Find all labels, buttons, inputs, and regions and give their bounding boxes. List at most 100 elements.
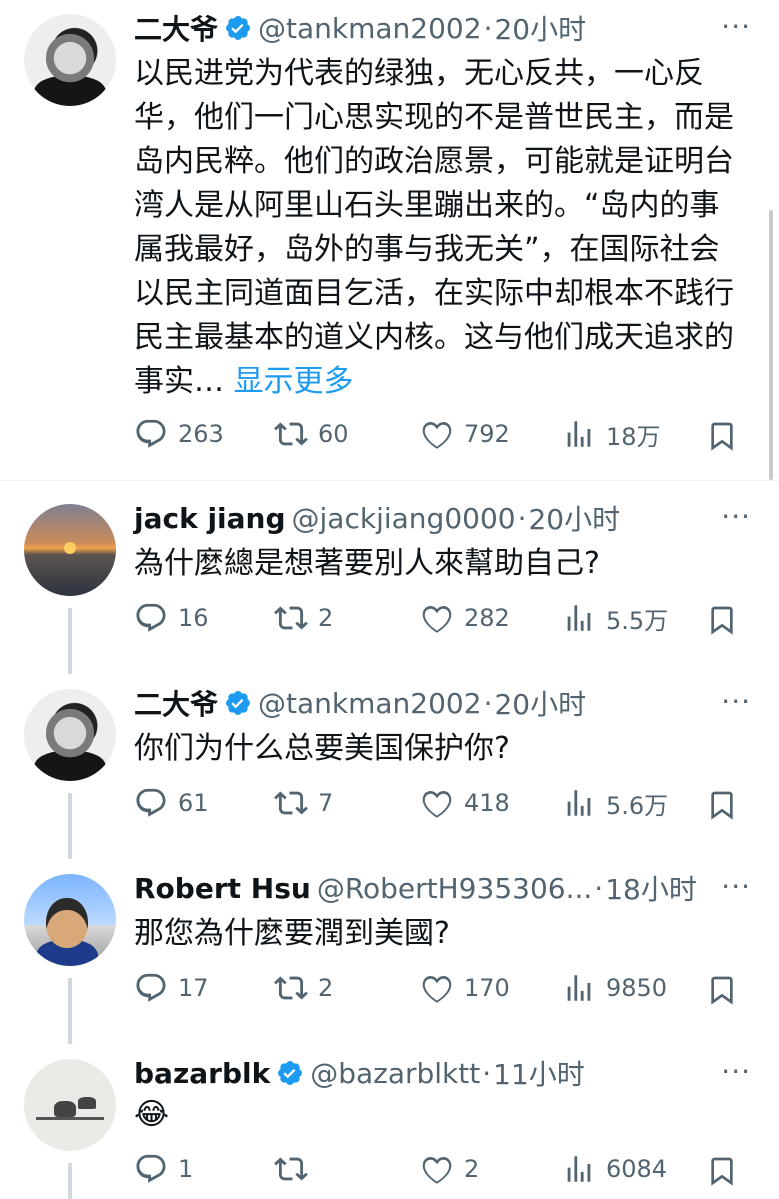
author-name[interactable]: Robert Hsu	[134, 872, 311, 905]
separator: ·	[483, 686, 493, 720]
author-name[interactable]: 二大爷	[134, 683, 218, 723]
tweet-header: bazarblk @bazarblktt · 11小时	[134, 1053, 585, 1093]
avatar[interactable]	[24, 14, 116, 106]
more-icon[interactable]: ···	[721, 10, 751, 43]
separator: ·	[483, 11, 493, 45]
like-icon	[422, 421, 452, 449]
like-count: 2	[464, 1155, 480, 1183]
bookmark-icon	[711, 1157, 733, 1186]
reply-button[interactable]: 263	[134, 414, 224, 454]
like-button[interactable]: 792	[420, 414, 510, 454]
tweet-body: 以民进党为代表的绿独，无心反共，一心反华，他们一门心思实现的不是普世民主，而是岛…	[134, 56, 734, 399]
author-handle[interactable]: @RobertH935306...	[317, 872, 592, 905]
views-button[interactable]: 9850	[562, 968, 667, 1008]
tweet-text: 那您為什麼要潤到美國?	[134, 912, 739, 956]
retweet-button[interactable]	[274, 1149, 318, 1189]
bookmark-button[interactable]	[706, 785, 748, 825]
author-name[interactable]: jack jiang	[134, 502, 286, 535]
thread-line	[68, 978, 72, 1044]
like-button[interactable]: 2	[420, 1149, 479, 1189]
views-icon	[567, 605, 591, 631]
like-button[interactable]: 282	[420, 598, 510, 638]
like-button[interactable]: 418	[420, 783, 510, 823]
bookmark-icon	[711, 422, 733, 451]
retweet-icon	[274, 791, 308, 815]
timestamp[interactable]: 11小时	[493, 1053, 585, 1093]
tweet-text: 以民进党为代表的绿独，无心反共，一心反华，他们一门心思实现的不是普世民主，而是岛…	[134, 52, 739, 404]
separator: ·	[517, 501, 527, 535]
reply-button[interactable]: 1	[134, 1149, 193, 1189]
action-bar: 61 7 418 5.6万	[134, 783, 754, 823]
author-handle[interactable]: @jackjiang0000	[292, 502, 516, 535]
retweet-button[interactable]: 60	[274, 414, 349, 454]
author-name[interactable]: 二大爷	[134, 8, 218, 48]
views-button[interactable]: 6084	[562, 1149, 667, 1189]
retweet-icon	[274, 976, 308, 1000]
divider	[0, 480, 779, 481]
author-handle[interactable]: @tankman2002	[258, 687, 482, 720]
tweet-text: 為什麼總是想著要別人來幫助自己?	[134, 542, 739, 586]
like-count: 282	[464, 604, 510, 632]
retweet-button[interactable]: 7	[274, 783, 333, 823]
tweet-text: 😂	[134, 1093, 739, 1137]
reply-button[interactable]: 61	[134, 783, 209, 823]
avatar[interactable]	[24, 874, 116, 966]
avatar[interactable]	[24, 689, 116, 781]
bookmark-button[interactable]	[706, 1151, 748, 1191]
tweet[interactable]: 二大爷 @tankman2002 · 20小时 ··· 以民进党为代表的绿独，无…	[0, 0, 779, 480]
retweet-button[interactable]: 2	[274, 598, 333, 638]
like-count: 418	[464, 789, 510, 817]
views-button[interactable]: 18万	[562, 414, 661, 454]
views-icon	[567, 790, 591, 816]
retweet-count: 2	[318, 974, 334, 1002]
author-handle[interactable]: @bazarblktt	[310, 1057, 480, 1090]
tweet-body: 為什麼總是想著要別人來幫助自己?	[134, 546, 600, 581]
reply-icon	[136, 603, 166, 632]
avatar[interactable]	[24, 504, 116, 596]
tweet[interactable]: 二大爷 @tankman2002 · 20小时 ··· 你们为什么总要美国保护你…	[0, 675, 779, 860]
separator: ·	[482, 1056, 492, 1090]
author-name[interactable]: bazarblk	[134, 1057, 270, 1090]
more-icon[interactable]: ···	[721, 870, 751, 903]
bookmark-button[interactable]	[706, 970, 748, 1010]
tweet-header: Robert Hsu @RobertH935306... · 18小时	[134, 868, 697, 908]
tweet-header: 二大爷 @tankman2002 · 20小时	[134, 8, 586, 48]
retweet-icon	[274, 422, 308, 446]
bookmark-button[interactable]	[706, 416, 748, 456]
tweet[interactable]: Robert Hsu @RobertH935306... · 18小时 ··· …	[0, 860, 779, 1045]
retweet-button[interactable]: 2	[274, 968, 333, 1008]
like-button[interactable]: 170	[420, 968, 510, 1008]
reply-button[interactable]: 17	[134, 968, 209, 1008]
more-icon[interactable]: ···	[721, 1055, 751, 1088]
bookmark-button[interactable]	[706, 600, 748, 640]
like-count: 792	[464, 420, 510, 448]
thread-line	[68, 608, 72, 674]
views-button[interactable]: 5.5万	[562, 598, 668, 638]
reply-count: 17	[178, 974, 209, 1002]
tweet[interactable]: jack jiang @jackjiang0000 · 20小时 ··· 為什麼…	[0, 490, 779, 675]
reply-button[interactable]: 16	[134, 598, 209, 638]
timestamp[interactable]: 20小时	[528, 498, 620, 538]
views-button[interactable]: 5.6万	[562, 783, 668, 823]
verified-icon	[226, 16, 250, 40]
tweet[interactable]: bazarblk @bazarblktt · 11小时 ··· 😂 1 2 60…	[0, 1045, 779, 1199]
reply-count: 263	[178, 420, 224, 448]
author-handle[interactable]: @tankman2002	[258, 12, 482, 45]
tweet-body: 那您為什麼要潤到美國?	[134, 916, 450, 951]
views-icon	[567, 975, 591, 1001]
timestamp[interactable]: 18小时	[605, 868, 697, 908]
thread-line	[68, 793, 72, 859]
retweet-icon	[274, 1157, 308, 1181]
timestamp[interactable]: 20小时	[494, 683, 586, 723]
tweet-text: 你们为什么总要美国保护你?	[134, 727, 739, 771]
avatar[interactable]	[24, 1059, 116, 1151]
reply-icon	[136, 1154, 166, 1183]
timestamp[interactable]: 20小时	[494, 8, 586, 48]
show-more-link[interactable]: 显示更多	[234, 364, 354, 399]
more-icon[interactable]: ···	[721, 500, 751, 533]
verified-icon	[226, 691, 250, 715]
reply-icon	[136, 973, 166, 1002]
verified-icon	[278, 1061, 303, 1085]
views-icon	[567, 421, 591, 447]
more-icon[interactable]: ···	[721, 685, 751, 718]
